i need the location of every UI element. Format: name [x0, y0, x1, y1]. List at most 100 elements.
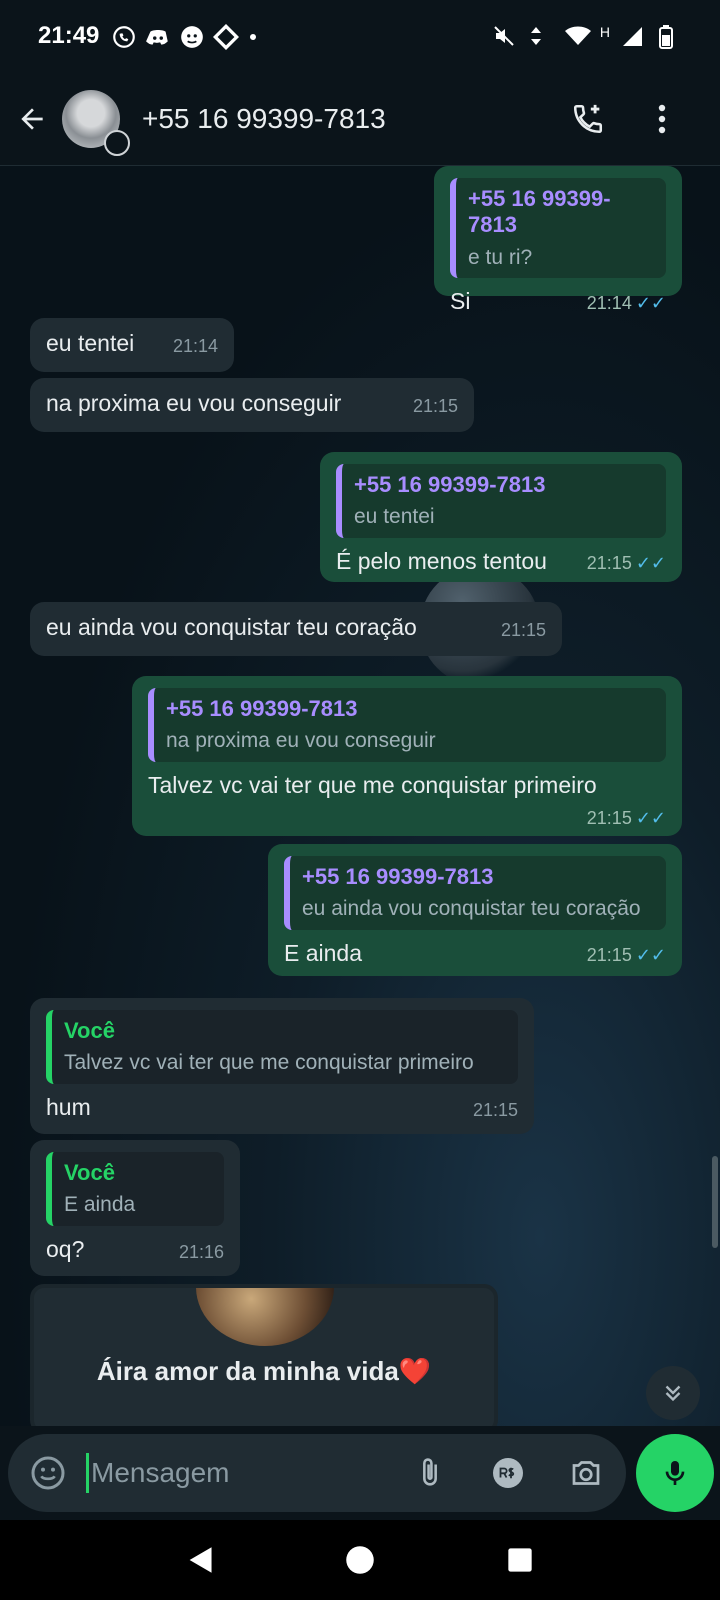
message-bubble[interactable]: eu tentei 21:14 [30, 318, 234, 372]
quote-text: E ainda [64, 1193, 136, 1217]
quoted-message[interactable]: Você Talvez vc vai ter que me conquistar… [46, 1010, 518, 1084]
status-bar: 21:49 H [0, 0, 720, 72]
contact-card-name: Áira amor da minha vida❤️ [96, 1356, 432, 1386]
quoted-message[interactable]: +55 16 99399-7813 eu tentei [336, 464, 666, 538]
message-time: 21:14 [172, 336, 218, 356]
scroll-to-bottom-button[interactable] [646, 1366, 700, 1420]
quoted-message[interactable]: Você E ainda [46, 1152, 224, 1226]
notification-icons [111, 23, 271, 51]
message-time: 21:14 [586, 292, 632, 313]
nav-home-button[interactable] [340, 1540, 380, 1580]
diamond-icon [213, 23, 240, 51]
add-call-button[interactable] [568, 99, 608, 139]
message-text: na proxima eu vou conseguir [46, 390, 342, 416]
text-cursor [86, 1453, 89, 1493]
message-bubble[interactable]: na proxima eu vou conseguir 21:15 [30, 378, 474, 432]
menu-button[interactable] [642, 99, 682, 139]
attach-button[interactable] [410, 1453, 450, 1493]
system-icons: H [492, 24, 682, 49]
message-text: E ainda [284, 939, 363, 966]
circle-home-icon [346, 1546, 374, 1574]
arrow-left-icon [21, 107, 43, 130]
payment-button[interactable] [488, 1453, 528, 1493]
camera-button[interactable] [566, 1453, 606, 1493]
message-bubble[interactable]: +55 16 99399-7813 eu tentei É pelo menos… [320, 452, 682, 582]
quote-author: +55 16 99399-7813 [354, 472, 546, 497]
status-time: 21:49 [38, 22, 100, 49]
voice-message-button[interactable] [636, 1434, 714, 1512]
battery-icon [658, 24, 682, 49]
paperclip-icon [423, 1458, 437, 1486]
contact-name[interactable]: +55 16 99399-7813 [142, 103, 386, 135]
quote-author: +55 16 99399-7813 [166, 696, 358, 721]
network-type: H [599, 24, 610, 40]
dot-icon [247, 24, 271, 48]
quoted-message[interactable]: +55 16 99399-7813 e tu ri? [450, 178, 666, 278]
nav-recents-button[interactable] [500, 1540, 540, 1580]
camera-icon [572, 1461, 600, 1485]
contact-avatar[interactable] [62, 89, 130, 156]
message-bubble[interactable]: eu ainda vou conquistar teu coração 21:1… [30, 602, 562, 656]
message-text: Talvez vc vai ter que me conquistar prim… [148, 771, 597, 798]
emoji-button[interactable] [28, 1453, 68, 1493]
chat-area[interactable]: +55 16 99399-7813 e tu ri? Si 21:14 ✓✓ eu… [0, 166, 720, 1426]
message-text: eu ainda vou conquistar teu coração [46, 614, 417, 640]
quoted-message[interactable]: +55 16 99399-7813 na proxima eu vou cons… [148, 688, 666, 762]
square-recents-icon [508, 1548, 532, 1572]
face-icon [179, 24, 204, 48]
message-time: 21:16 [178, 1241, 224, 1262]
quote-text: e tu ri? [468, 245, 533, 269]
mute-icon [492, 24, 516, 48]
nav-back-button[interactable] [180, 1540, 220, 1580]
quote-text: na proxima eu vou conseguir [166, 729, 436, 753]
data-arrows-icon [528, 24, 552, 48]
message-bubble[interactable]: +55 16 99399-7813 e tu ri? Si 21:14 ✓✓ [434, 166, 682, 314]
back-button[interactable] [14, 99, 50, 139]
quote-text: eu tentei [354, 505, 435, 529]
message-text: É pelo menos tentou [336, 547, 547, 574]
message-time: 21:15 [472, 1099, 518, 1120]
message-bubble[interactable]: +55 16 99399-7813 na proxima eu vou cons… [132, 676, 682, 836]
signal-icon [622, 24, 646, 48]
message-time: 21:15 [500, 620, 546, 640]
message-bubble[interactable]: Você Talvez vc vai ter que me conquistar… [30, 998, 534, 1134]
contact-card-avatar [196, 1288, 334, 1346]
quote-author: +55 16 99399-7813 [468, 186, 611, 238]
message-time: 21:15 [586, 808, 632, 829]
shared-contact-card[interactable]: Áira amor da minha vida❤️ [30, 1284, 498, 1426]
discord-icon [145, 24, 169, 48]
emoji-icon [31, 1456, 65, 1490]
quote-text: eu ainda vou conquistar teu coração [302, 897, 641, 921]
message-text: eu tentei [46, 330, 135, 356]
double-check-icon: ✓✓ [635, 552, 666, 573]
vertical-dots-icon [658, 104, 666, 133]
quote-author: Você [64, 1018, 115, 1043]
double-check-icon: ✓✓ [635, 292, 666, 313]
message-bubble[interactable]: +55 16 99399-7813 eu ainda vou conquista… [268, 844, 682, 976]
double-chevron-down-icon [665, 1385, 681, 1402]
message-time: 21:15 [586, 944, 632, 965]
phone-plus-icon [573, 104, 603, 133]
triangle-back-icon [189, 1547, 212, 1573]
message-text: Si [450, 287, 471, 314]
payment-icon [493, 1458, 523, 1488]
quoted-message[interactable]: +55 16 99399-7813 eu ainda vou conquista… [284, 856, 666, 930]
system-nav-bar [0, 1520, 720, 1600]
quote-text: Talvez vc vai ter que me conquistar prim… [64, 1051, 474, 1075]
message-text: oq? [46, 1235, 85, 1262]
message-bubble[interactable]: Você E ainda oq? 21:16 [30, 1140, 240, 1276]
double-check-icon: ✓✓ [635, 944, 666, 965]
whatsapp-icon [111, 24, 136, 48]
scrollbar[interactable] [712, 1156, 718, 1248]
wifi-icon [564, 24, 591, 48]
quote-author: +55 16 99399-7813 [302, 864, 494, 889]
message-text: hum [46, 1093, 91, 1120]
chat-header: +55 16 99399-7813 [0, 72, 720, 166]
microphone-icon [665, 1461, 685, 1485]
message-input[interactable] [91, 1457, 391, 1489]
message-composer [8, 1434, 626, 1512]
header-actions [568, 99, 706, 139]
message-time: 21:15 [586, 552, 632, 573]
quote-author: Você [64, 1160, 115, 1185]
message-time: 21:15 [412, 396, 458, 416]
